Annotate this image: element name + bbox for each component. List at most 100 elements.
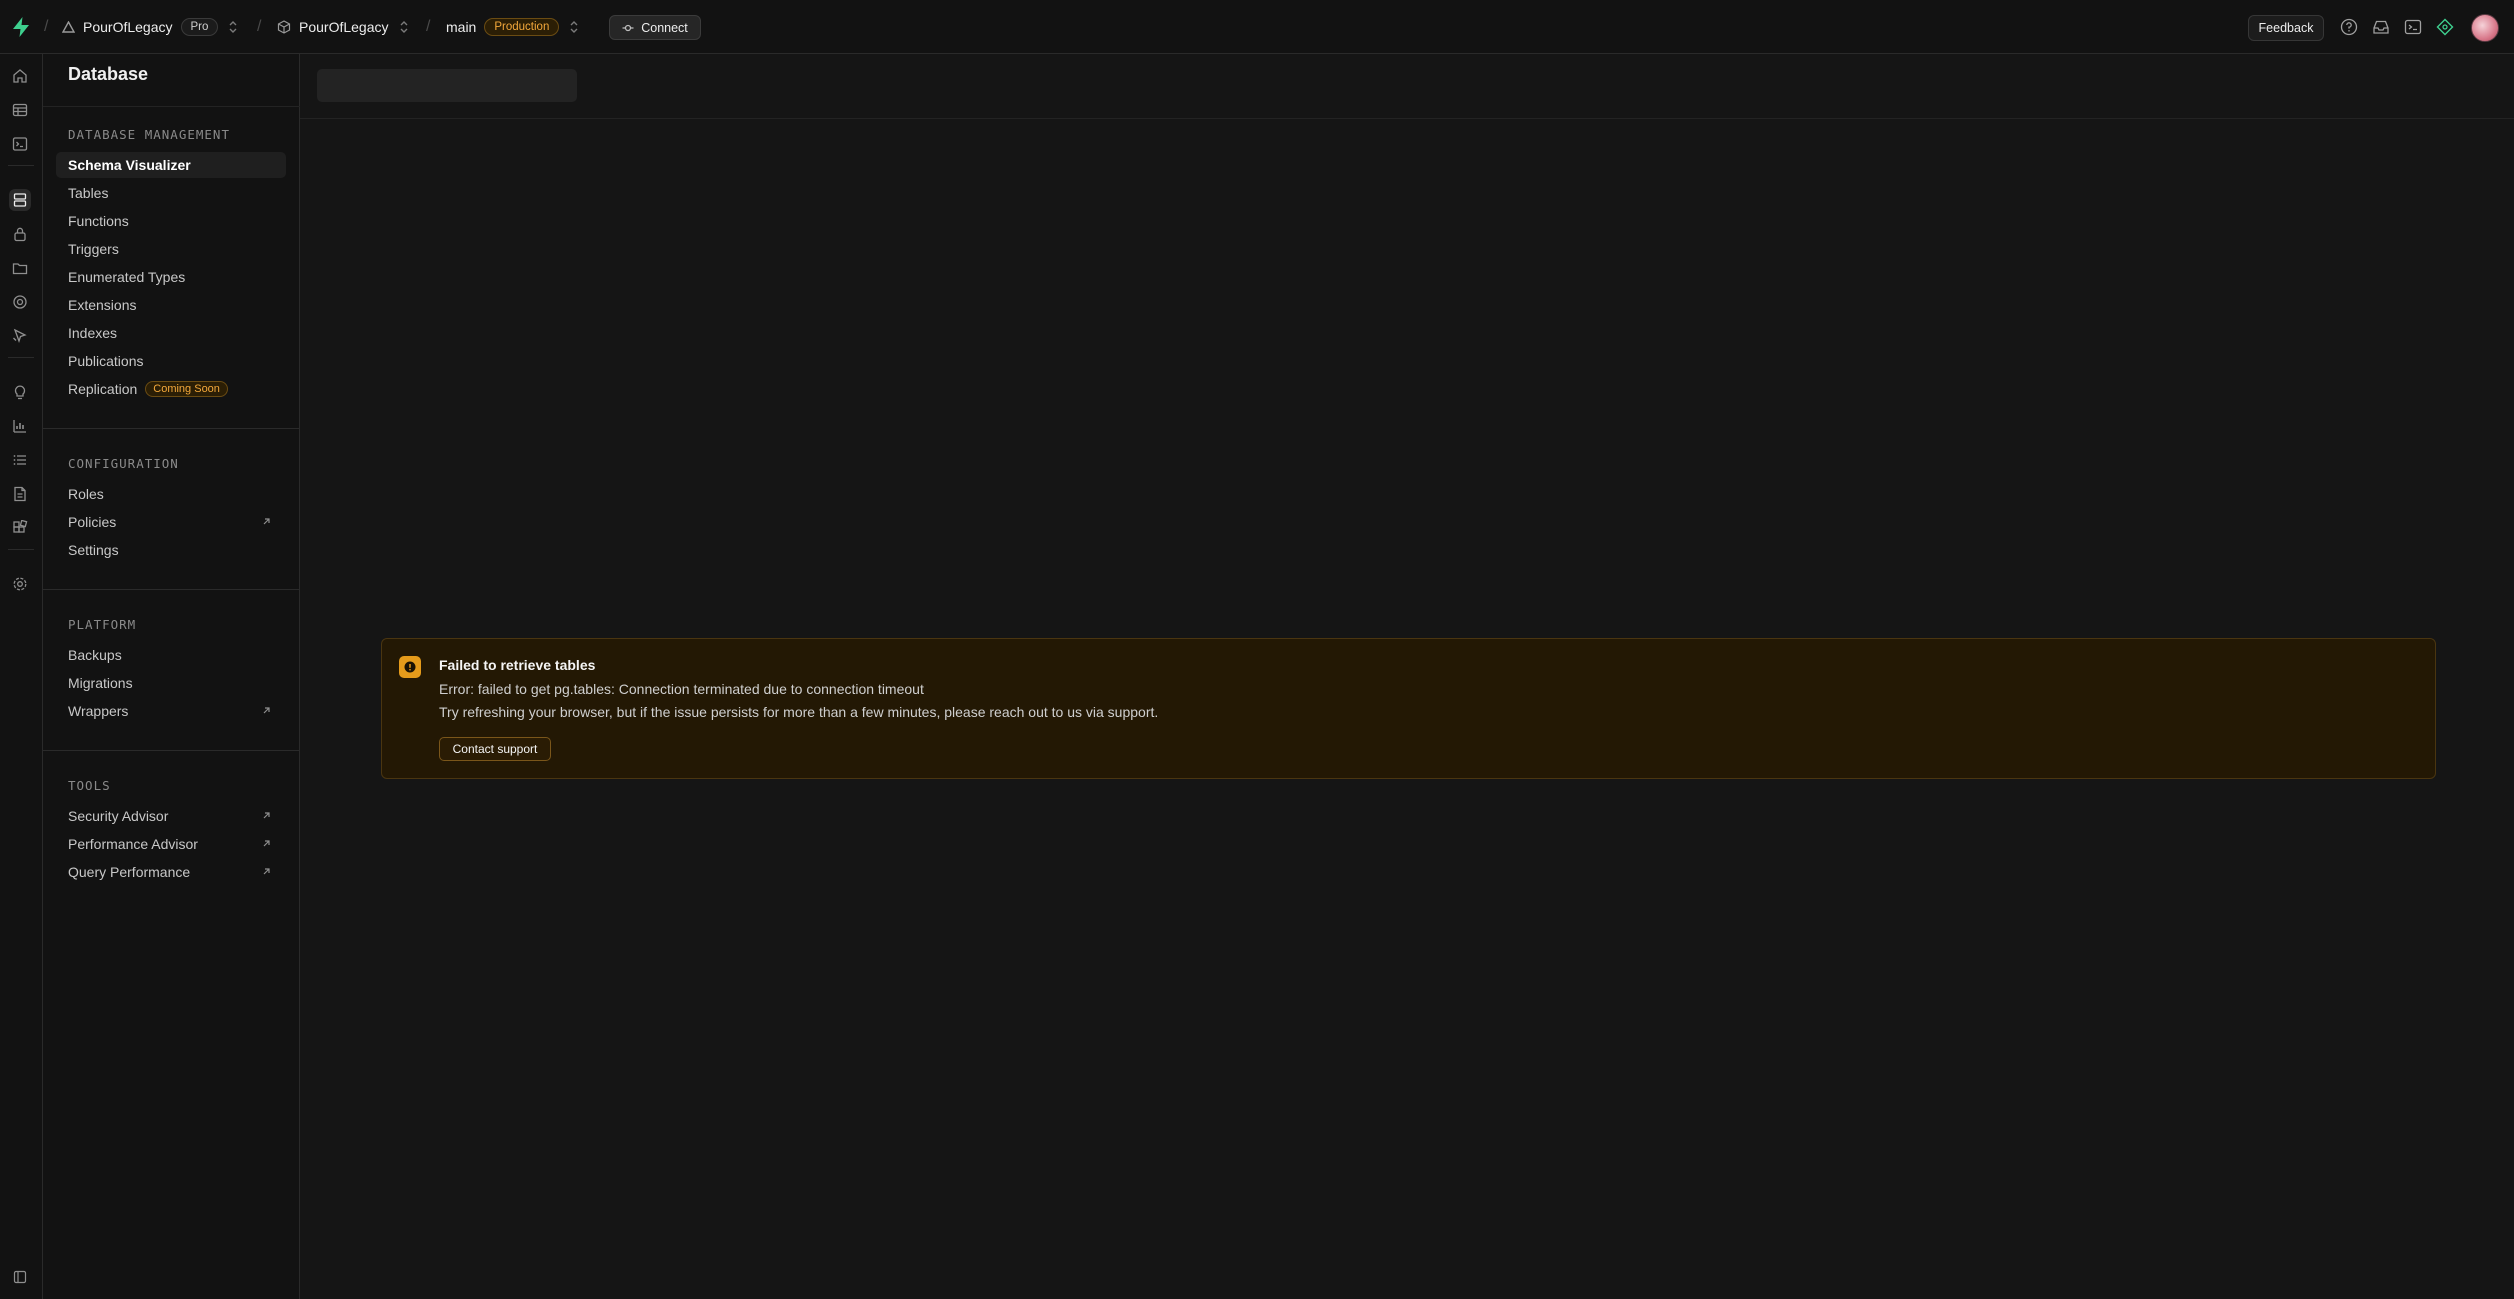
menu-item-query-performance[interactable]: Query Performance [56, 859, 286, 885]
auth-lock-icon[interactable] [9, 223, 31, 245]
alert-error-text: Error: failed to get pg.tables: Connecti… [439, 681, 924, 697]
menu-item-migrations[interactable]: Migrations [56, 670, 286, 696]
contact-support-button[interactable]: Contact support [439, 737, 551, 761]
section-divider [43, 750, 300, 751]
external-link-icon [261, 810, 272, 821]
icon-rail [0, 54, 43, 1299]
menu-item-extensions[interactable]: Extensions [56, 292, 286, 318]
environment-badge: Production [484, 18, 560, 36]
realtime-cursor-icon[interactable] [9, 325, 31, 347]
section-title-configuration: CONFIGURATION [68, 456, 179, 471]
menu-item-security-advisor[interactable]: Security Advisor [56, 803, 286, 829]
loading-skeleton [317, 69, 577, 102]
chevron-up-down-icon[interactable] [228, 20, 238, 34]
menu-item-label: Extensions [68, 297, 137, 313]
menu-item-label: Migrations [68, 675, 133, 691]
breadcrumb-separator: / [257, 18, 262, 35]
menu-item-settings[interactable]: Settings [56, 537, 286, 563]
error-alert: Failed to retrieve tables Error: failed … [381, 638, 2436, 779]
settings-gear-icon[interactable] [9, 573, 31, 595]
main-content: Failed to retrieve tables Error: failed … [300, 54, 2514, 1299]
user-avatar[interactable] [2471, 14, 2499, 42]
help-icon[interactable] [2340, 18, 2358, 36]
storage-folder-icon[interactable] [9, 257, 31, 279]
menu-item-publications[interactable]: Publications [56, 348, 286, 374]
supabase-logo-icon[interactable] [10, 16, 32, 38]
connect-label: Connect [641, 20, 688, 35]
coming-soon-badge: Coming Soon [145, 381, 228, 397]
external-link-icon [261, 705, 272, 716]
menu-item-label: Indexes [68, 325, 118, 341]
chevron-up-down-icon[interactable] [399, 20, 409, 34]
menu-item-label: Settings [68, 542, 119, 558]
menu-item-backups[interactable]: Backups [56, 642, 286, 668]
title-divider [43, 106, 300, 107]
project-name: PourOfLegacy [299, 19, 389, 35]
top-bar: / PourOfLegacy Pro / PourOfLegacy / main… [0, 0, 2514, 54]
edge-functions-icon[interactable] [9, 291, 31, 313]
warning-icon [399, 656, 421, 678]
sql-editor-icon[interactable] [9, 133, 31, 155]
menu-item-label: Policies [68, 514, 117, 530]
chevron-up-down-icon[interactable] [569, 20, 579, 34]
feedback-button[interactable]: Feedback [2248, 15, 2324, 41]
advisors-lightbulb-icon[interactable] [9, 381, 31, 403]
section-title-platform: PLATFORM [68, 617, 137, 632]
org-name: PourOfLegacy [83, 19, 173, 35]
menu-item-label: Tables [68, 185, 109, 201]
menu-item-enumerated-types[interactable]: Enumerated Types [56, 264, 286, 290]
alert-hint-text: Try refreshing your browser, but if the … [439, 704, 1159, 720]
collapse-sidebar-icon[interactable] [9, 1266, 31, 1288]
toolbar-divider [300, 118, 2514, 119]
api-docs-icon[interactable] [9, 483, 31, 505]
menu-title: Database [68, 64, 149, 84]
terminal-icon[interactable] [2404, 18, 2422, 36]
reports-chart-icon[interactable] [9, 415, 31, 437]
menu-item-label: Backups [68, 647, 122, 663]
external-link-icon [261, 866, 272, 877]
rail-divider [8, 549, 34, 550]
branch-name: main [446, 19, 477, 35]
menu-item-triggers[interactable]: Triggers [56, 236, 286, 262]
menu-item-functions[interactable]: Functions [56, 208, 286, 234]
menu-item-label: Query Performance [68, 864, 191, 880]
menu-item-indexes[interactable]: Indexes [56, 320, 286, 346]
breadcrumb-separator: / [44, 18, 49, 35]
alert-title: Failed to retrieve tables [439, 657, 596, 673]
menu-item-roles[interactable]: Roles [56, 481, 286, 507]
section-divider [43, 589, 300, 590]
menu-item-label: Performance Advisor [68, 836, 198, 852]
menu-item-tables[interactable]: Tables [56, 180, 286, 206]
database-icon[interactable] [9, 189, 31, 211]
plan-badge: Pro [180, 18, 219, 36]
menu-item-label: Roles [68, 486, 104, 502]
external-link-icon [261, 516, 272, 527]
menu-item-label: Publications [68, 353, 144, 369]
menu-item-schema-visualizer[interactable]: Schema Visualizer [56, 152, 286, 178]
project-box-icon [277, 20, 291, 34]
section-title-database-management: DATABASE MANAGEMENT [68, 127, 230, 142]
menu-item-label: Schema Visualizer [68, 157, 191, 173]
section-divider [43, 428, 300, 429]
org-selector[interactable]: PourOfLegacy Pro [62, 0, 238, 54]
menu-item-policies[interactable]: Policies [56, 509, 286, 535]
menu-item-label: Triggers [68, 241, 119, 257]
assistant-diamond-icon[interactable] [2436, 18, 2454, 36]
menu-item-replication[interactable]: Replication Coming Soon [56, 376, 286, 402]
rail-divider [8, 165, 34, 166]
logs-list-icon[interactable] [9, 449, 31, 471]
menu-item-label: Wrappers [68, 703, 129, 719]
menu-item-label: Replication [68, 381, 138, 397]
menu-item-wrappers[interactable]: Wrappers [56, 698, 286, 724]
project-selector[interactable]: PourOfLegacy [277, 0, 409, 54]
table-editor-icon[interactable] [9, 99, 31, 121]
menu-item-performance-advisor[interactable]: Performance Advisor [56, 831, 286, 857]
connect-button[interactable]: Connect [609, 15, 701, 40]
inbox-icon[interactable] [2372, 18, 2390, 36]
plug-icon [622, 22, 634, 34]
integrations-icon[interactable] [9, 517, 31, 539]
menu-item-label: Functions [68, 213, 129, 229]
branch-selector[interactable]: main Production [446, 0, 579, 54]
section-title-tools: TOOLS [68, 778, 111, 793]
home-icon[interactable] [9, 65, 31, 87]
